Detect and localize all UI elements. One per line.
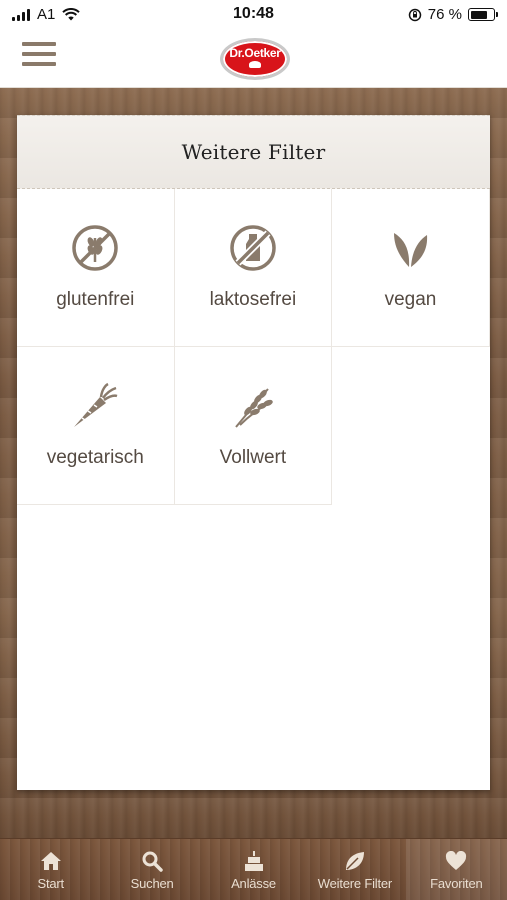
- filter-grid: glutenfrei laktosefrei vegan vegetarisch…: [17, 189, 490, 505]
- app-header: Dr.Oetker: [0, 30, 507, 88]
- brand-logo-mark: [249, 61, 261, 68]
- leaf-icon: [385, 223, 435, 273]
- tab-label: Favoriten: [430, 876, 483, 891]
- no-lactose-icon: [228, 223, 278, 273]
- cake-icon: [243, 850, 265, 872]
- leaf-icon: [344, 850, 366, 872]
- panel-header: Weitere Filter: [17, 115, 490, 189]
- search-icon: [141, 850, 163, 872]
- brand-logo-text: Dr.Oetker: [229, 46, 281, 60]
- filter-label: vegan: [384, 289, 437, 310]
- panel-title: Weitere Filter: [181, 140, 326, 164]
- carrot-icon: [70, 381, 120, 431]
- hamburger-menu-icon[interactable]: [22, 42, 56, 74]
- status-bar: A1 10:48 76 %: [0, 0, 507, 30]
- tab-favoriten[interactable]: Favoriten: [405, 839, 507, 900]
- orientation-lock-icon: [408, 8, 422, 21]
- filter-label: vegetarisch: [46, 447, 144, 468]
- tab-suchen[interactable]: Suchen: [101, 839, 202, 900]
- filter-label: Vollwert: [219, 447, 287, 468]
- tab-label: Start: [37, 876, 64, 891]
- filter-tile-vollwert[interactable]: Vollwert: [174, 347, 333, 505]
- heart-icon: [445, 850, 467, 872]
- battery-percent: 76 %: [427, 6, 462, 23]
- filter-label: glutenfrei: [56, 289, 135, 310]
- tab-weitere-filter[interactable]: Weitere Filter: [304, 839, 405, 900]
- filter-tile-vegan[interactable]: vegan: [332, 189, 490, 347]
- status-right: 76 %: [408, 6, 498, 23]
- home-icon: [40, 850, 62, 872]
- tab-label: Anlässe: [231, 876, 276, 891]
- filter-label: laktosefrei: [209, 289, 297, 310]
- brand-logo[interactable]: Dr.Oetker: [220, 38, 290, 80]
- tab-label: Suchen: [130, 876, 174, 891]
- filter-panel: Weitere Filter glutenfrei laktosefrei ve…: [17, 115, 490, 790]
- no-gluten-icon: [70, 223, 120, 273]
- battery-icon: [468, 8, 498, 21]
- tab-start[interactable]: Start: [0, 839, 101, 900]
- filter-tile-vegetarisch[interactable]: vegetarisch: [17, 347, 175, 505]
- filter-tile-glutenfrei[interactable]: glutenfrei: [17, 189, 175, 347]
- tab-label: Weitere Filter: [317, 876, 393, 891]
- wheat-icon: [228, 381, 278, 431]
- tab-bar: Start Suchen Anlässe Weitere Filter Favo…: [0, 838, 507, 900]
- tab-anlaesse[interactable]: Anlässe: [203, 839, 304, 900]
- filter-tile-laktosefrei[interactable]: laktosefrei: [174, 189, 333, 347]
